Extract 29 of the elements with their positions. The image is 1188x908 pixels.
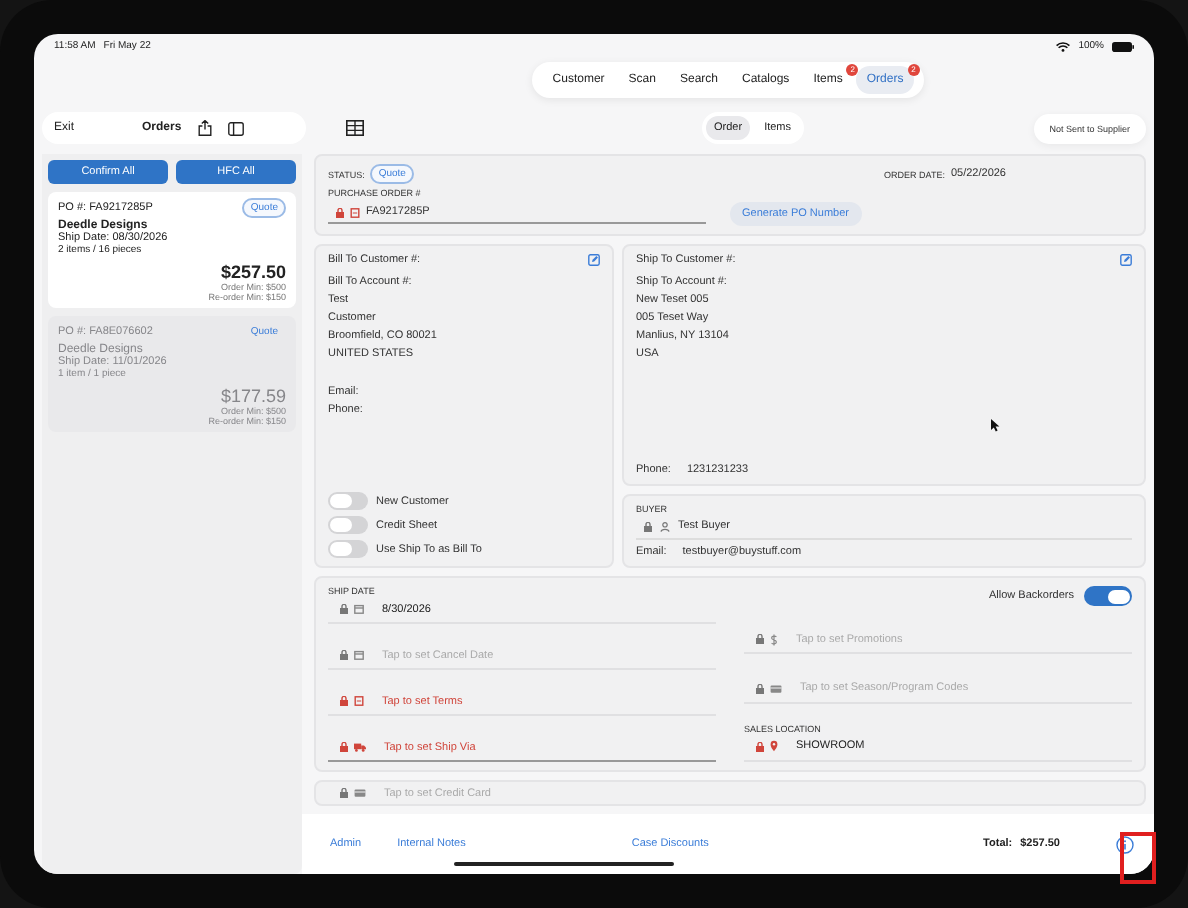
- pin-icon: [770, 740, 778, 753]
- document-icon: [350, 207, 360, 217]
- toggle-switch[interactable]: [1084, 586, 1132, 606]
- calendar-icon: [354, 650, 364, 660]
- document-icon: [354, 696, 364, 706]
- edit-icon: [1120, 254, 1132, 266]
- wifi-icon: [1056, 41, 1071, 51]
- lock-icon: [340, 788, 348, 798]
- toggle-switch[interactable]: [328, 492, 368, 510]
- table-icon: [346, 120, 364, 136]
- truck-icon: [354, 742, 366, 752]
- battery-icon: [1112, 41, 1134, 51]
- card-icon: [770, 683, 782, 694]
- card-icon: [354, 788, 366, 798]
- toggle-switch[interactable]: [328, 516, 368, 534]
- edit-icon: [588, 254, 600, 266]
- highlight-box: [1120, 832, 1156, 884]
- cursor-icon: [990, 418, 1000, 432]
- order-total: $257.50: [218, 262, 286, 282]
- person-icon: [660, 521, 670, 531]
- calendar-icon: [354, 604, 364, 614]
- dollar-icon: [770, 633, 778, 646]
- toggle-switch[interactable]: [328, 540, 368, 558]
- lock-icon: [336, 207, 344, 217]
- info-icon: [1116, 835, 1134, 853]
- share-icon: [197, 120, 212, 136]
- sidebar-icon: [227, 121, 244, 135]
- order-total: $177.59: [218, 386, 286, 406]
- lock-icon: [644, 521, 652, 531]
